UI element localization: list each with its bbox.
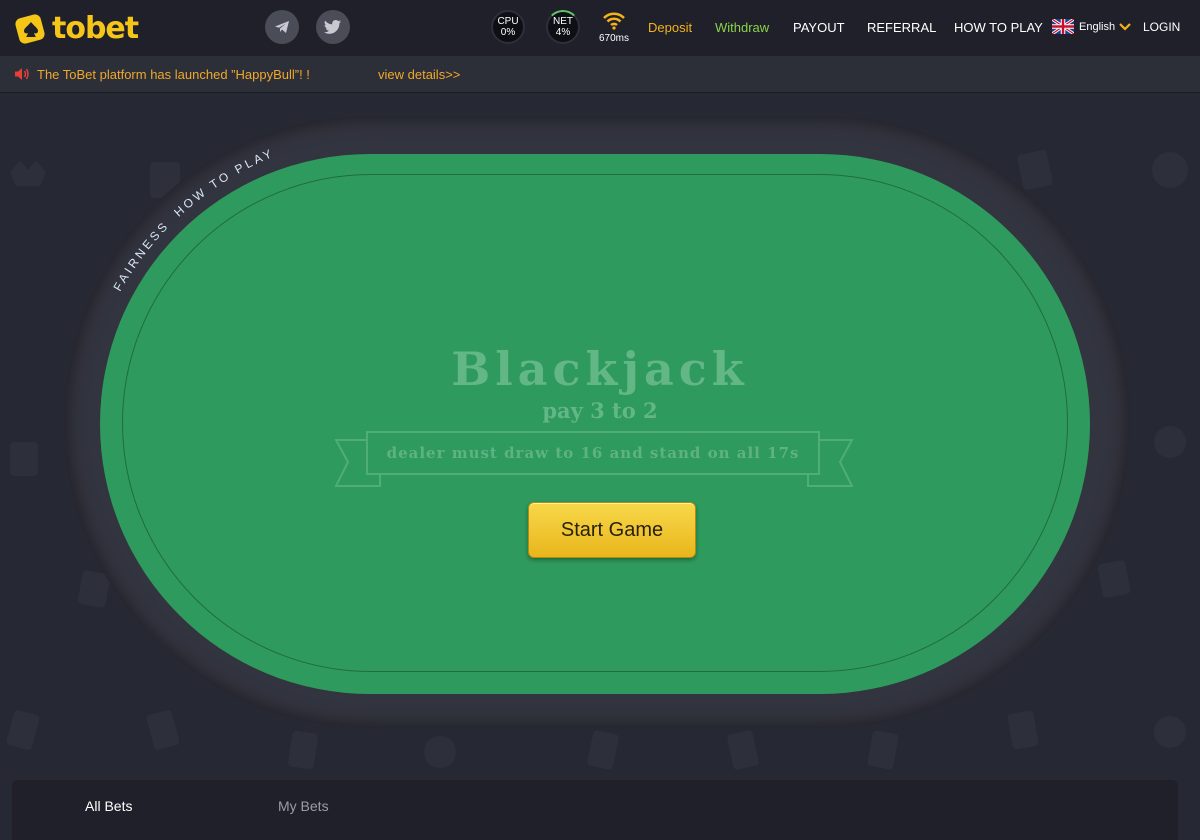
svg-text:FAIRNESSHOW TO PLAY: FAIRNESSHOW TO PLAY bbox=[110, 145, 276, 293]
dealer-rule-text: dealer must draw to 16 and stand on all … bbox=[386, 444, 800, 462]
game-title: Blackjack bbox=[451, 342, 749, 396]
start-game-button[interactable]: Start Game bbox=[528, 502, 696, 558]
bets-panel: All Bets My Bets bbox=[12, 780, 1178, 840]
tab-my-bets[interactable]: My Bets bbox=[278, 798, 329, 814]
tab-all-bets[interactable]: All Bets bbox=[85, 798, 132, 814]
how-to-play-link[interactable]: HOW TO PLAY bbox=[171, 145, 276, 219]
fairness-link[interactable]: FAIRNESS bbox=[110, 218, 172, 294]
game-payout-subtitle: pay 3 to 2 bbox=[542, 398, 658, 423]
